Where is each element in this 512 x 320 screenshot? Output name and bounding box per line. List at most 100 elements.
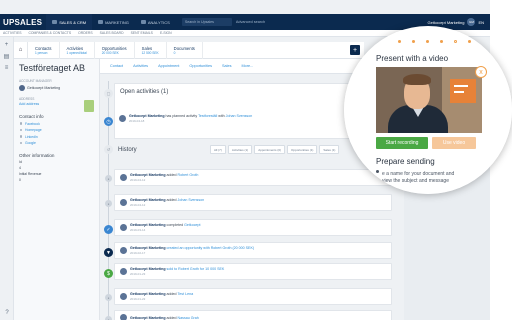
history-action[interactable]: created an opportunity with: [167, 246, 210, 250]
history-action[interactable]: sold to: [167, 267, 178, 271]
chart-icon: [140, 20, 146, 24]
history-text: Getkocept Marketing added Johan Svensson…: [130, 198, 204, 207]
step-dot[interactable]: [426, 40, 429, 43]
avatar: [120, 267, 127, 275]
clock-icon: ◷: [104, 117, 113, 126]
step-dot-current[interactable]: [454, 40, 457, 43]
summary-sales[interactable]: Sales 12 500 SEK: [135, 41, 167, 59]
filter-opportunities[interactable]: Opportunities (1): [287, 145, 318, 154]
prepare-sending-title: Prepare sending: [376, 157, 435, 166]
history-item[interactable]: Getkocept Marketing added Robert Groth 2…: [114, 169, 392, 186]
home-icon[interactable]: ⌂: [14, 41, 28, 59]
tab-more[interactable]: More...: [242, 64, 254, 68]
activity-with: with: [218, 114, 225, 118]
calendar-icon[interactable]: ▤: [0, 53, 13, 60]
activity-text: Getkocept Marketing has planned activity…: [129, 114, 252, 123]
tab-activities[interactable]: Activities: [133, 64, 148, 68]
subnav-activities[interactable]: ACTIVITIES: [3, 31, 21, 35]
tab-appointment[interactable]: Appointment: [158, 64, 179, 68]
history-text: Getkocept Marketing added Robert Groth 2…: [130, 173, 198, 182]
homepage-link[interactable]: Homepage: [19, 128, 94, 132]
history-item[interactable]: Getkocept Marketing added Test Lena 2019…: [114, 288, 392, 305]
step-dot[interactable]: [468, 40, 471, 43]
history-action: completed: [166, 223, 184, 227]
megaphone-icon: [98, 20, 104, 24]
video-preview[interactable]: [376, 67, 482, 133]
subnav-companies[interactable]: COMPANIES & CONTACTS: [28, 31, 71, 35]
history-target[interactable]: Getkocept: [184, 223, 200, 227]
use-video-button[interactable]: Use video: [432, 137, 476, 149]
subnav-sent-emails[interactable]: SENT EMAILS: [131, 31, 153, 35]
history-item[interactable]: Getkocept Marketing completed Getkocept …: [114, 219, 392, 236]
history-target[interactable]: Robert Groth (20 000 SEK): [211, 246, 254, 250]
plus-icon[interactable]: +: [0, 42, 13, 48]
avatar: [120, 173, 127, 181]
history-target[interactable]: Robert Groth: [178, 173, 199, 177]
history-target[interactable]: Robert Groth for 10 000 SEK: [178, 267, 224, 271]
account-manager[interactable]: Getkocept Marketing: [19, 85, 94, 91]
summary-contacts[interactable]: Contacts 1 person: [28, 41, 60, 59]
nav-marketing[interactable]: MARKETING: [92, 14, 135, 30]
history-item[interactable]: Getkocept Marketing added Johan Svensson…: [114, 194, 392, 211]
nav-sales-crm[interactable]: SALES & CRM: [46, 14, 93, 30]
advanced-search-link[interactable]: Advanced search: [236, 20, 265, 24]
facebook-link[interactable]: Facebook: [19, 122, 94, 126]
tab-sales[interactable]: Sales: [222, 64, 232, 68]
subnav-esign[interactable]: E-SIGN: [160, 31, 172, 35]
history-item[interactable]: Getkocept Marketing added Nassau Grah: [114, 310, 392, 320]
account-summary: ⌂ Contacts 1 person Activities 1 opened/…: [14, 41, 364, 59]
nav-analytics[interactable]: ANALYTICS: [135, 14, 176, 30]
manager-label: ACCOUNT MANAGER: [19, 79, 52, 83]
list-icon[interactable]: ≡: [0, 65, 13, 71]
summary-value: 0: [173, 50, 176, 55]
history-target[interactable]: Johan Svensson: [178, 198, 205, 202]
filter-sales[interactable]: Sales (1): [319, 145, 340, 154]
search-input[interactable]: Search in Upsales: [181, 18, 232, 26]
close-icon[interactable]: x: [475, 66, 487, 78]
crm-icon: [52, 20, 58, 24]
help-icon[interactable]: ?: [0, 310, 14, 316]
history-user: Getkocept Marketing: [130, 315, 166, 320]
history-target[interactable]: Nassau Grah: [178, 316, 199, 320]
add-button[interactable]: +: [350, 45, 360, 55]
tab-contact[interactable]: Contact: [110, 64, 123, 68]
summary-value: 20 000 SEK: [101, 50, 119, 55]
subnav-orders[interactable]: ORDERS: [78, 31, 93, 35]
activity-contact[interactable]: Johan Svensson: [226, 114, 253, 118]
history-user: Getkocept Marketing: [130, 292, 166, 296]
user-menu[interactable]: Getkocept Marketing GM EN: [428, 18, 490, 26]
other-info-value: 4: [19, 166, 21, 171]
logo: UPSALES: [3, 17, 43, 27]
tab-opportunities[interactable]: Opportunities: [189, 64, 212, 68]
language-switch[interactable]: EN: [478, 20, 484, 25]
summary-activities[interactable]: Activities 1 opened/total: [60, 41, 95, 59]
magnifier-callout: Present with a video x Start recording U…: [344, 26, 512, 194]
history-item[interactable]: Getkocept Marketing created an opportuni…: [114, 242, 392, 259]
step-dot[interactable]: [398, 40, 401, 43]
history-user: Getkocept Marketing: [130, 246, 166, 250]
history-filters: All (7) Activities (1) Appointments (0) …: [210, 145, 340, 154]
avatar: GM: [467, 18, 476, 26]
map-icon[interactable]: [84, 100, 94, 112]
history-target[interactable]: Test Lena: [177, 292, 193, 296]
step-dot[interactable]: [412, 40, 415, 43]
history-date: 2019-03-14: [130, 227, 146, 232]
summary-documents[interactable]: Documents 0: [167, 41, 203, 59]
step-dot[interactable]: [440, 40, 443, 43]
summary-opportunities[interactable]: Opportunities 20 000 SEK: [95, 41, 135, 59]
calendar-icon: ▢: [104, 89, 113, 98]
google-link[interactable]: Google: [19, 141, 94, 145]
start-recording-button[interactable]: Start recording: [376, 137, 428, 149]
filter-appointments[interactable]: Appointments (0): [254, 145, 286, 154]
filter-activities[interactable]: Activities (1): [227, 145, 253, 154]
quick-action-strip: + ▤ ≡ ?: [0, 37, 14, 320]
add-address-link[interactable]: Add address: [19, 102, 94, 106]
filter-all[interactable]: All (7): [210, 145, 226, 154]
linkedin-link[interactable]: LinkedIn: [19, 135, 94, 139]
avatar: [120, 198, 127, 206]
history-item[interactable]: Getkocept Marketing sold to Robert Groth…: [114, 263, 392, 280]
subnav-sales-board[interactable]: SALES BOARD: [100, 31, 124, 35]
person-icon: ●: [105, 200, 112, 207]
activity-link[interactable]: Testforeställ: [198, 114, 217, 118]
check-icon: ✓: [104, 225, 113, 234]
